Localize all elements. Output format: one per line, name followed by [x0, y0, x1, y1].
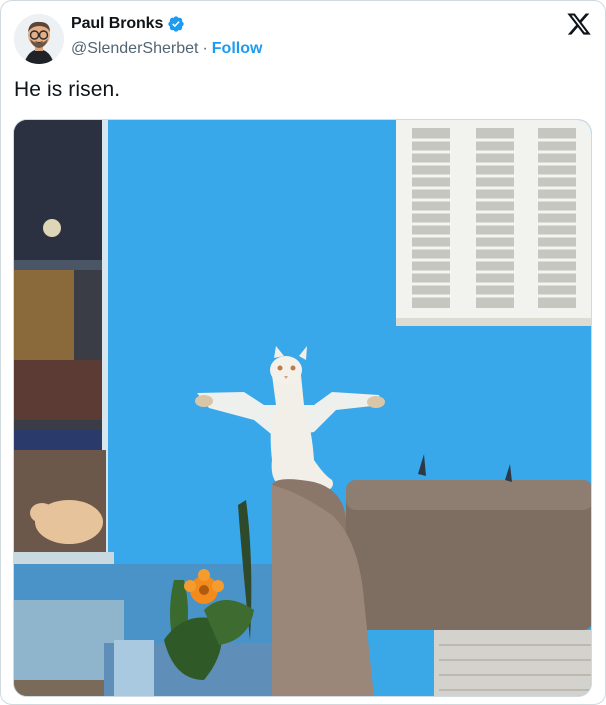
tweet-text: He is risen. [14, 78, 121, 101]
display-name[interactable]: Paul Bronks [71, 15, 163, 33]
cat-on-couch-photo [14, 120, 591, 696]
avatar[interactable] [14, 14, 64, 64]
follow-button[interactable]: Follow [212, 40, 263, 58]
handle-row: @SlenderSherbet · Follow [71, 40, 262, 58]
separator-dot: · [202, 40, 208, 57]
x-logo-icon[interactable] [566, 11, 592, 37]
cartoon-avatar-icon [14, 14, 64, 64]
tweet-photo[interactable] [13, 119, 592, 697]
tweet-card: Paul Bronks @SlenderSherbet · Follow He … [0, 0, 606, 705]
author-handle[interactable]: @SlenderSherbet [71, 40, 198, 58]
verified-badge-icon [167, 15, 185, 33]
author-name-row: Paul Bronks [71, 15, 185, 33]
